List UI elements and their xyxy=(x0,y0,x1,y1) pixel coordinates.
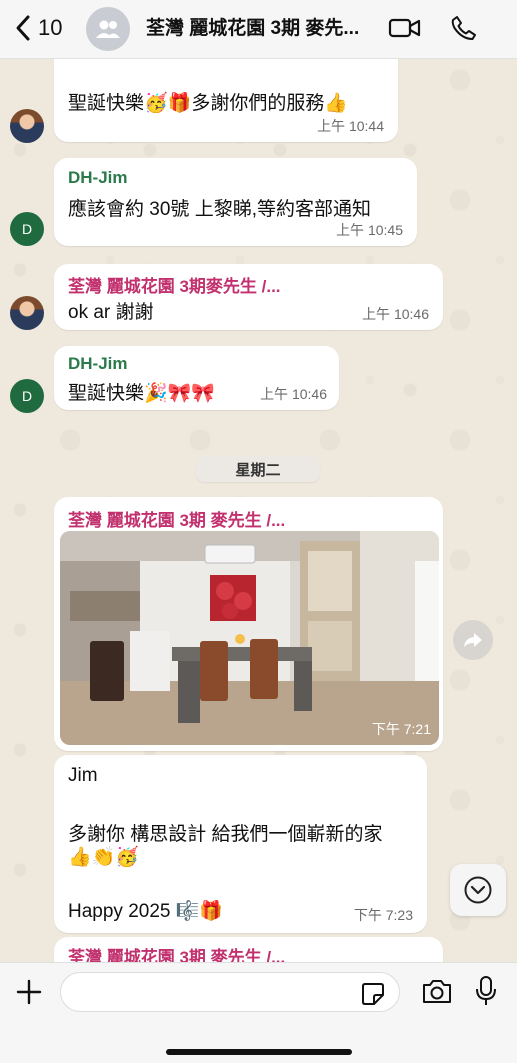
date-divider: 星期二 xyxy=(196,456,320,482)
back-button[interactable]: 10 xyxy=(14,14,62,42)
room-photo[interactable]: 下午 7:21 xyxy=(60,531,439,745)
message-input-field[interactable] xyxy=(60,972,400,1012)
sticker-button[interactable] xyxy=(360,981,386,1012)
message-time: 上午 10:44 xyxy=(317,118,384,134)
voice-call-button[interactable] xyxy=(450,14,478,47)
sticker-icon xyxy=(362,983,384,1005)
chat-title[interactable]: 荃灣 麗城花園 3期 麥先... xyxy=(146,13,378,40)
message-time: 上午 10:46 xyxy=(260,386,327,402)
unread-count: 10 xyxy=(38,15,63,40)
home-indicator xyxy=(166,1049,352,1055)
sender-avatar[interactable] xyxy=(10,109,44,143)
message-bubble[interactable]: DH-Jim 應該會約 30號 上黎睇,等約客部通知 上午 10:45 xyxy=(54,158,417,246)
sender-avatar[interactable]: D xyxy=(10,212,44,246)
room-photo-image xyxy=(60,531,439,745)
plus-icon xyxy=(16,979,42,1005)
sender-avatar[interactable] xyxy=(10,296,44,330)
message-bubble[interactable]: DH-Jim 聖誕快樂🎉🎀🎀 上午 10:46 xyxy=(54,346,339,410)
sender-name[interactable]: DH-Jim xyxy=(68,168,128,188)
video-call-icon xyxy=(388,18,421,38)
voice-message-button[interactable] xyxy=(474,975,498,1012)
message-text: 聖誕快樂🥳🎁多謝你們的服務👍 xyxy=(68,93,348,114)
message-time: 上午 10:46 xyxy=(362,306,429,322)
message-emoji-line: 👍👏🥳 xyxy=(68,847,139,868)
chat-header: 10 荃灣 麗城花園 3期 麥先... xyxy=(0,0,517,59)
forward-icon xyxy=(464,633,482,647)
composer-bar xyxy=(0,962,517,1063)
message-time: 上午 10:45 xyxy=(336,222,403,238)
message-bubble[interactable]: Jim 多謝你 構思設計 給我們一個嶄新的家 👍👏🥳 Happy 2025 🎼🎁… xyxy=(54,755,427,933)
group-avatar[interactable] xyxy=(86,7,130,51)
sender-avatar[interactable]: D xyxy=(10,379,44,413)
sender-name[interactable]: DH-Jim xyxy=(68,354,128,374)
video-call-button[interactable] xyxy=(388,14,422,47)
sender-name[interactable]: 荃灣 麗城花園 3期麥先生 /... xyxy=(68,272,281,297)
group-avatar-icon xyxy=(96,20,120,38)
photo-time: 下午 7:21 xyxy=(371,721,431,737)
message-line: Happy 2025 🎼🎁 xyxy=(68,901,224,922)
scroll-to-bottom-button[interactable] xyxy=(450,864,506,916)
message-input[interactable] xyxy=(75,973,359,1011)
message-text: ok ar 謝謝 xyxy=(68,302,154,323)
microphone-icon xyxy=(476,976,496,1005)
message-text: 聖誕快樂🎉🎀🎀 xyxy=(68,383,215,404)
message-line: Jim xyxy=(68,765,98,786)
chevron-left-icon xyxy=(16,15,30,41)
message-bubble[interactable]: 荃灣 麗城花園 3期麥先生 /... ok ar 謝謝 上午 10:46 xyxy=(54,264,443,330)
chevron-down-circle-icon xyxy=(464,876,492,904)
phone-icon xyxy=(451,16,476,40)
message-line: 多謝你 構思設計 給我們一個嶄新的家 xyxy=(68,824,383,845)
camera-button[interactable] xyxy=(421,977,453,1010)
sender-name[interactable]: 荃灣 麗城花園 3期 麥先生 /... xyxy=(68,506,285,531)
message-time: 下午 7:23 xyxy=(353,907,413,923)
attach-button[interactable] xyxy=(14,977,44,1012)
camera-icon xyxy=(423,980,451,1003)
message-text: 應該會約 30號 上黎睇,等約客部通知 xyxy=(68,199,371,220)
forward-button[interactable] xyxy=(453,620,493,660)
